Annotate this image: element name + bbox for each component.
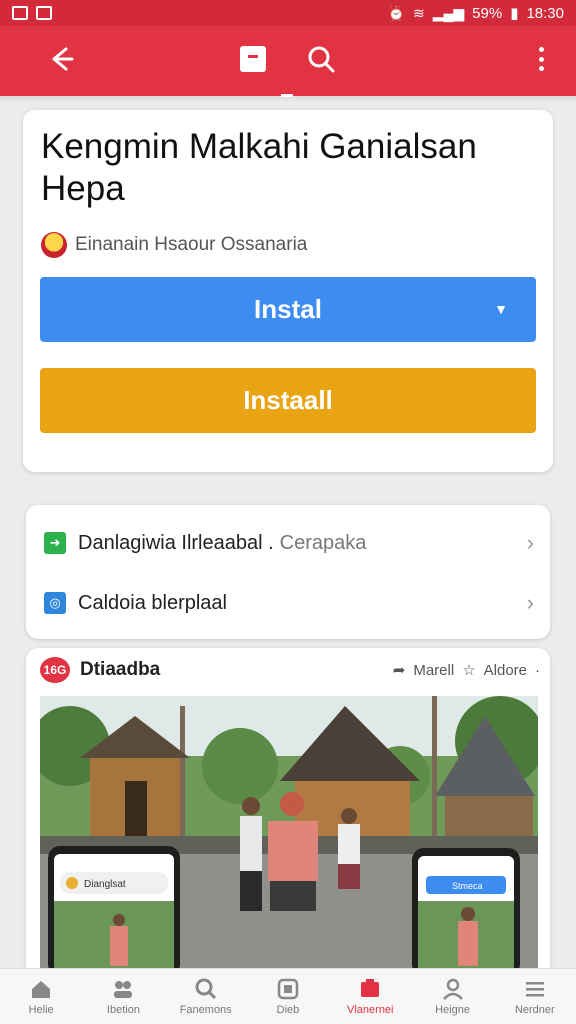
wifi-icon: ≋ [412,4,425,21]
feed-card-header: 16G Dtiaadba ➦ Marell ☆ Aldore · [40,656,540,684]
chevron-right-icon: › [526,590,534,615]
developer-logo-icon [41,232,67,258]
publisher-logo-icon: 16G [40,657,70,683]
app-title: Kengmin Malkahi Ganialsan Hepa [41,127,477,208]
menu-icon [525,982,544,997]
chevron-down-icon[interactable]: ▼ [494,301,508,317]
install-alt-button-label: Instaall [243,385,333,415]
developer-name: Einanain Hsaour Ossanaria [75,234,308,255]
more-icon[interactable]: · [535,662,540,679]
list-item-calendar[interactable]: ◎ Caldoia blerplaal › [44,583,534,623]
nav-label: Ibetion [106,1004,140,1016]
battery-icon: ▮ [510,5,519,22]
nav-item-apps[interactable]: Dieb [247,969,329,1024]
phone-left-text: Dianglsat [84,879,126,890]
install-button[interactable]: Instal ▼ [40,277,536,342]
list-item-label: Caldoia blerplaal [78,591,227,614]
more-vert-icon[interactable] [528,44,554,74]
store-icon [361,979,380,997]
developer-row[interactable]: Einanain Hsaour Ossanaria [41,232,307,258]
nav-label: Vlanernei [347,1004,394,1016]
list-item-suffix: Cerapaka [279,531,367,554]
nav-item-people[interactable]: Ibetion [82,969,164,1024]
save-label[interactable]: Aldore [484,662,527,679]
nav-item-menu[interactable]: Nerdner [494,969,576,1024]
feed-card: 16G Dtiaadba ➦ Marell ☆ Aldore · Diangls… [26,648,550,978]
nav-item-search[interactable]: Fanemons [165,969,247,1024]
clock: 18:30 [526,4,564,22]
alarm-icon: ⏰ [387,4,405,21]
notification-icon [12,6,28,20]
nav-label: Helie [28,1004,54,1016]
apps-icon [277,978,299,1000]
bookmark-icon[interactable] [240,46,266,72]
nav-label: Nerdner [514,1004,555,1016]
share-label[interactable]: Marell [413,662,454,679]
people-icon [114,981,133,998]
feed-card-title: Dtiaadba [80,659,161,680]
search-icon[interactable] [306,44,336,74]
bottom-nav: Helie Ibetion Fanemons Dieb Vlanernei He… [0,968,576,1024]
nav-item-store[interactable]: Vlanernei [329,969,411,1024]
app-info-card: Kengmin Malkahi Ganialsan Hepa Einanain … [23,110,553,472]
nav-label: Fanemons [179,1004,232,1016]
nav-item-home[interactable]: Helie [0,969,82,1024]
battery-level: 59% [472,4,503,22]
calendar-icon: ◎ [44,592,66,614]
app-bar [0,26,576,96]
search-icon [195,978,216,1000]
status-bar: ⏰ ≋ ▂▄▆ 59% ▮ 18:30 [0,0,576,26]
phone-right-text: Stmeca [452,881,483,891]
nav-label: Dieb [276,1004,300,1016]
install-alt-button[interactable]: Instaall [40,368,536,433]
tab-indicator [281,94,293,97]
install-button-label: Instal [254,294,322,324]
nav-item-profile[interactable]: Heigne [411,969,493,1024]
person-icon [442,978,463,1000]
home-icon [32,981,51,998]
village-photo[interactable]: Dianglsat Stmeca [40,696,538,976]
download-icon: ➜ [44,532,66,554]
nav-label: Heigne [435,1004,470,1016]
links-card: ➜ Danlagiwia Ilrleaabal . Cerapaka › ◎ C… [26,505,550,639]
list-item-download[interactable]: ➜ Danlagiwia Ilrleaabal . Cerapaka › [44,523,534,563]
chevron-right-icon: › [526,530,534,555]
star-icon[interactable]: ☆ [462,661,475,679]
notification-icon [36,6,52,20]
share-icon[interactable]: ➦ [393,661,406,679]
back-arrow-icon[interactable] [44,42,78,76]
signal-icon: ▂▄▆ [432,4,465,21]
list-item-label: Danlagiwia Ilrleaabal . [78,531,274,554]
